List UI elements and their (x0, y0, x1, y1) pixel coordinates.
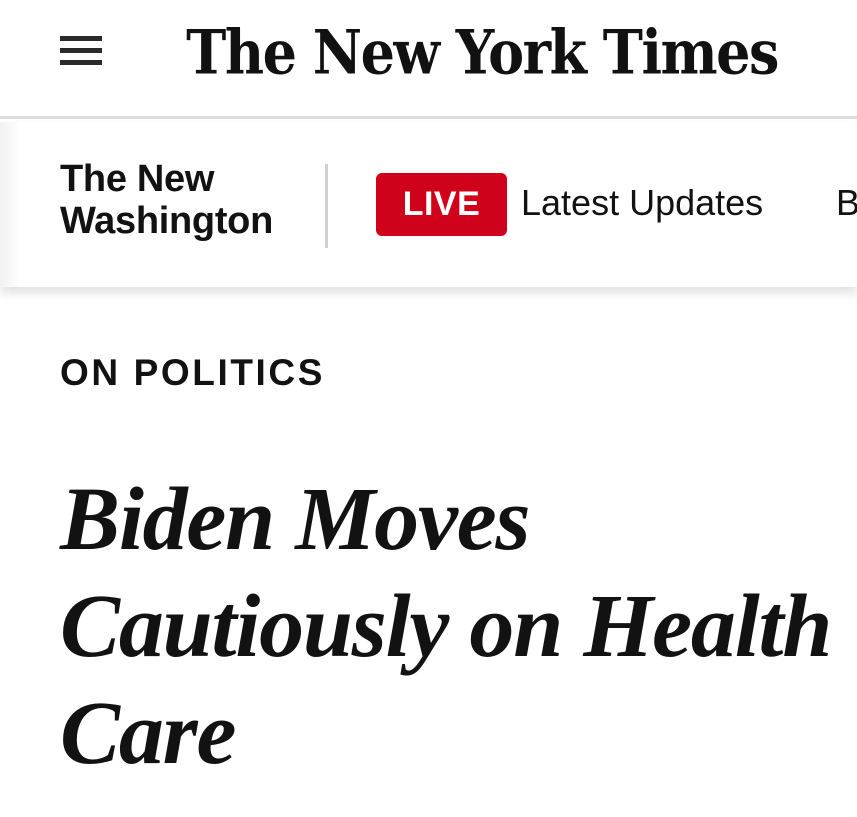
menu-bar (60, 60, 102, 65)
section-title-line1: The New (60, 158, 215, 200)
scroll-fade (0, 122, 20, 287)
section-nav: The New Washington LIVE Latest Updates B (0, 122, 857, 287)
menu-bar (60, 36, 102, 41)
article-headline: Biden Moves Cautiously on Health Care (60, 470, 832, 783)
nav-item-next[interactable]: B (836, 180, 857, 226)
site-logo[interactable]: The New York Times (186, 7, 779, 97)
article-kicker[interactable]: ON POLITICS (60, 352, 325, 394)
section-title[interactable]: The New Washington (60, 158, 273, 242)
masthead: The New York Times (0, 0, 857, 119)
section-title-line2: Washington (60, 200, 273, 242)
latest-updates-link[interactable]: Latest Updates (521, 180, 763, 226)
hamburger-menu-icon[interactable] (60, 36, 102, 66)
nav-divider (325, 164, 328, 248)
menu-bar (60, 48, 102, 53)
live-badge[interactable]: LIVE (376, 173, 507, 236)
